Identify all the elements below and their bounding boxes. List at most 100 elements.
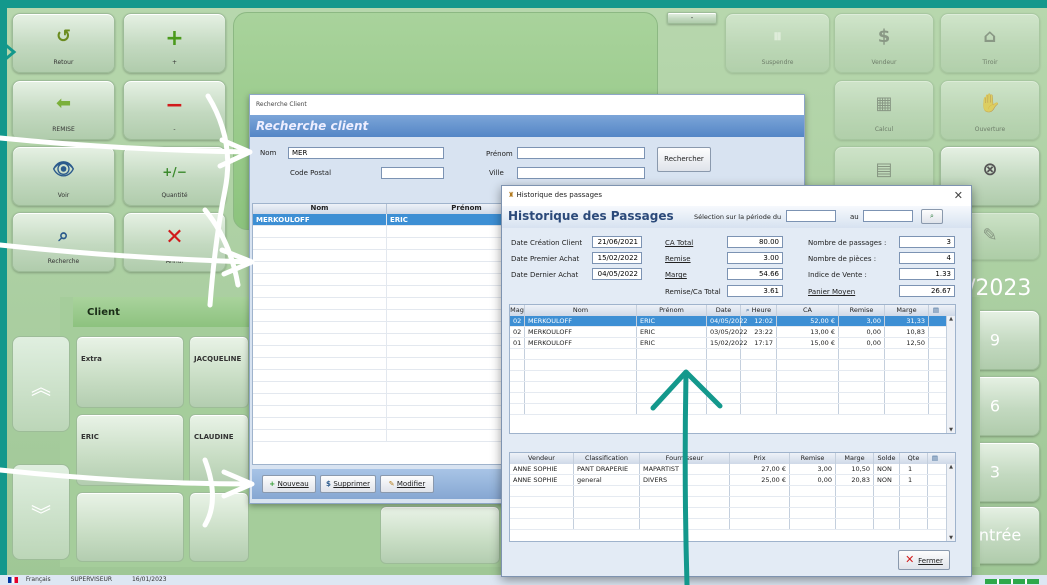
code-postal-input[interactable] bbox=[381, 167, 444, 179]
scroll-up-small-label: - bbox=[690, 14, 694, 22]
close-icon[interactable]: ✕ bbox=[954, 189, 963, 202]
retour-icon: ↺ bbox=[55, 26, 72, 47]
scroll-up-arrow-icon[interactable]: ▲ bbox=[947, 316, 955, 322]
supprimer-button[interactable]: $ Supprimer bbox=[320, 475, 376, 493]
client-tile-extra[interactable]: Extra bbox=[76, 336, 184, 408]
period-to-input[interactable] bbox=[863, 210, 913, 222]
column-solde[interactable]: Solde bbox=[874, 453, 900, 464]
column-vendeur[interactable]: Vendeur bbox=[510, 453, 574, 464]
ouverture-button[interactable]: ✋ Ouverture bbox=[940, 80, 1040, 140]
scroll-down-arrow-icon[interactable]: ▼ bbox=[947, 427, 955, 433]
client-tile-claudine[interactable]: CLAUDINE bbox=[189, 414, 249, 486]
double-chevron-down-icon: ︾ bbox=[31, 503, 51, 527]
plus-icon: + bbox=[269, 480, 278, 488]
period-label: Sélection sur la période du bbox=[694, 213, 782, 221]
minus-icon: − bbox=[165, 93, 184, 118]
column-mag[interactable]: Mag bbox=[510, 305, 525, 316]
nb-pieces-label: Nombre de pièces : bbox=[808, 255, 877, 263]
column-nom[interactable]: Nom bbox=[525, 305, 637, 316]
nom-input[interactable]: MER bbox=[288, 147, 444, 159]
scroll-up-small-button[interactable]: - bbox=[667, 12, 717, 24]
tiroir-label: Tiroir bbox=[982, 59, 998, 66]
date-dernier-value: 04/05/2022 bbox=[592, 268, 642, 280]
tiroir-button[interactable]: ⌂ Tiroir bbox=[940, 13, 1040, 73]
suspendre-button[interactable]: ⏸ Suspendre bbox=[725, 13, 830, 73]
ca-total-value: 80.00 bbox=[727, 236, 783, 248]
column-classification[interactable]: Classification bbox=[574, 453, 640, 464]
column-prix[interactable]: Prix bbox=[730, 453, 790, 464]
panier-value: 26.67 bbox=[899, 285, 955, 297]
column-heure[interactable]: ⌕ Heure bbox=[741, 305, 777, 316]
remise-button[interactable]: ⬅ REMISE bbox=[12, 80, 115, 140]
nouveau-button[interactable]: + Nouveau bbox=[262, 475, 316, 493]
date-creation-value: 21/06/2021 bbox=[592, 236, 642, 248]
search-icon: ⌕ bbox=[58, 225, 69, 246]
details-columns-menu-icon[interactable]: ▤ bbox=[928, 453, 942, 464]
column-remise-detail[interactable]: Remise bbox=[790, 453, 836, 464]
recherche-button[interactable]: ⌕ Recherche bbox=[12, 212, 115, 272]
column-nom[interactable]: Nom bbox=[253, 204, 387, 214]
calcul-button[interactable]: ▦ Calcul bbox=[834, 80, 934, 140]
scroll-up-arrow-icon[interactable]: ▲ bbox=[947, 464, 955, 470]
status-date: 16/01/2023 bbox=[131, 576, 167, 583]
retour-label: Retour bbox=[53, 59, 74, 66]
client-tile-empty-1[interactable] bbox=[76, 492, 184, 562]
retour-button[interactable]: ↺ Retour bbox=[12, 13, 115, 73]
column-prenom[interactable]: Prénom bbox=[637, 305, 707, 316]
column-qte[interactable]: Qte bbox=[900, 453, 928, 464]
vendeur-button[interactable]: $ Vendeur bbox=[834, 13, 934, 73]
voir-button[interactable]: 👁 Voir bbox=[12, 146, 115, 206]
ville-label: Ville bbox=[489, 169, 504, 177]
period-search-button[interactable]: ⌕ bbox=[921, 209, 943, 224]
table-row[interactable]: ANNE SOPHIE general DIVERS 25,00 € 0,00 … bbox=[510, 475, 955, 486]
table-row[interactable]: 01 MERKOULOFF ERIC 15/02/2022 17:17 15,0… bbox=[510, 338, 955, 349]
details-table: Vendeur Classification Fournisseur Prix … bbox=[509, 452, 956, 542]
scroll-up-button[interactable]: ︽ bbox=[12, 336, 70, 432]
nb-pieces-value: 4 bbox=[899, 252, 955, 264]
passages-header: Mag Nom Prénom Date ⌕ Heure CA Remise Ma… bbox=[510, 305, 955, 316]
recherche-window-title: Recherche Client bbox=[250, 95, 804, 115]
annul-button[interactable]: ✕ Annul bbox=[123, 212, 226, 272]
minus-button[interactable]: − - bbox=[123, 80, 226, 140]
prenom-input[interactable] bbox=[517, 147, 645, 159]
date-creation-label: Date Création Client bbox=[511, 239, 583, 247]
quantite-button[interactable]: +/− Quantité bbox=[123, 146, 226, 206]
nb-passages-value: 3 bbox=[899, 236, 955, 248]
details-scrollbar[interactable]: ▲ ▼ bbox=[946, 464, 955, 541]
scroll-down-button[interactable]: ︾ bbox=[12, 464, 70, 560]
plus-button[interactable]: + + bbox=[123, 13, 226, 73]
historique-titlebar: ♜ Historique des passages ✕ bbox=[502, 186, 971, 206]
column-marge-detail[interactable]: Marge bbox=[836, 453, 874, 464]
fermer-button[interactable]: ✕ Fermer bbox=[898, 550, 950, 570]
passages-scrollbar[interactable]: ▲ ▼ bbox=[946, 316, 955, 433]
recherche-header: Recherche client bbox=[250, 115, 804, 137]
table-row[interactable]: 02 MERKOULOFF ERIC 04/05/2022 12:02 52,0… bbox=[510, 316, 955, 327]
period-from-input[interactable] bbox=[786, 210, 836, 222]
modifier-button[interactable]: ✎ Modifier bbox=[380, 475, 434, 493]
column-fournisseur[interactable]: Fournisseur bbox=[640, 453, 730, 464]
marge-stat-label: Marge bbox=[665, 271, 687, 279]
scroll-down-arrow-icon[interactable]: ▼ bbox=[947, 535, 955, 541]
column-remise[interactable]: Remise bbox=[839, 305, 885, 316]
column-marge[interactable]: Marge bbox=[885, 305, 929, 316]
close-red-icon: ✕ bbox=[905, 553, 919, 566]
column-date[interactable]: Date bbox=[707, 305, 741, 316]
prenom-label: Prénom bbox=[486, 150, 513, 158]
remise-stat-value: 3.00 bbox=[727, 252, 783, 264]
table-row[interactable]: 02 MERKOULOFF ERIC 03/05/2022 23:22 13,0… bbox=[510, 327, 955, 338]
client-tile-empty-2[interactable] bbox=[189, 492, 249, 562]
client-tile-jacqueline[interactable]: JACQUELINE bbox=[189, 336, 249, 408]
client-tile-empty-6[interactable] bbox=[380, 506, 500, 564]
magnifier-icon: ⌕ bbox=[930, 212, 934, 220]
details-header: Vendeur Classification Fournisseur Prix … bbox=[510, 453, 955, 464]
columns-menu-icon[interactable]: ▤ bbox=[929, 305, 943, 316]
table-row[interactable]: ANNE SOPHIE PANT DRAPERIE MAPARTIST 27,0… bbox=[510, 464, 955, 475]
date-premier-label: Date Premier Achat bbox=[511, 255, 580, 263]
remise-ca-label: Remise/Ca Total bbox=[665, 288, 721, 296]
client-section-title: Client bbox=[73, 297, 253, 327]
rechercher-button[interactable]: Rechercher bbox=[657, 147, 711, 172]
ville-input[interactable] bbox=[517, 167, 645, 179]
column-ca[interactable]: CA bbox=[777, 305, 839, 316]
ca-total-label: CA Total bbox=[665, 239, 694, 247]
client-tile-eric[interactable]: ERIC bbox=[76, 414, 184, 486]
